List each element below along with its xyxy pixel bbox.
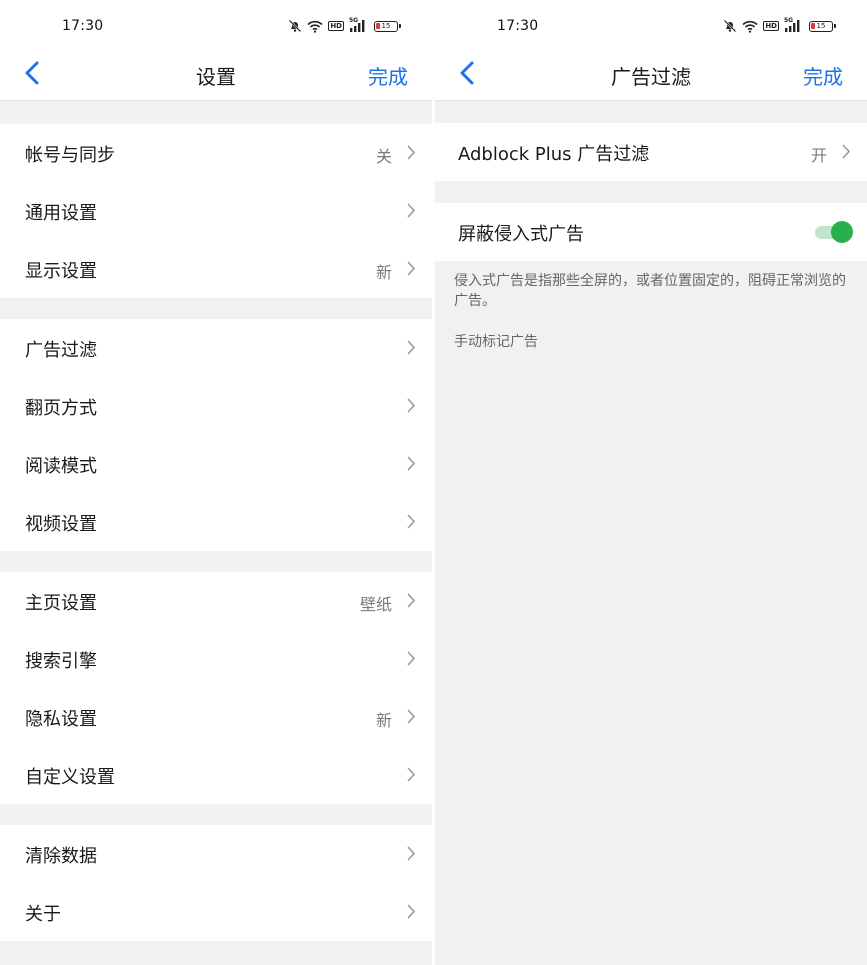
row-label: 视频设置: [25, 514, 97, 535]
chevron-right-icon: [407, 593, 416, 608]
row-label: 翻页方式: [25, 398, 97, 419]
settings-row-privacy[interactable]: 隐私设置 新: [0, 688, 432, 746]
row-label: 屏蔽侵入式广告: [458, 224, 584, 245]
row-label: 帐号与同步: [25, 145, 115, 166]
row-label: 广告过滤: [25, 340, 97, 361]
wifi-icon: [307, 20, 323, 33]
settings-group-home: 主页设置 壁纸 搜索引擎 隐私设置 新 自定义设置: [0, 572, 432, 804]
settings-row-search-engine[interactable]: 搜索引擎: [0, 630, 432, 688]
done-button[interactable]: 完成: [368, 61, 408, 90]
mute-bell-icon: [289, 19, 302, 33]
row-label: 显示设置: [25, 261, 97, 282]
row-label: 阅读模式: [25, 456, 97, 477]
status-icons: HD 5G 15: [723, 18, 836, 33]
chevron-right-icon: [407, 651, 416, 666]
adblock-plus-row[interactable]: Adblock Plus 广告过滤 开: [435, 123, 867, 181]
nav-bar: 广告过滤 完成: [435, 50, 867, 101]
settings-row-video[interactable]: 视频设置: [0, 493, 432, 551]
row-label: 关于: [25, 904, 61, 925]
back-arrow-icon[interactable]: [18, 58, 48, 88]
chevron-right-icon: [407, 203, 416, 218]
wifi-icon: [742, 20, 758, 33]
battery-level: 15: [381, 21, 391, 30]
battery-level: 15: [816, 21, 826, 30]
chevron-right-icon: [842, 144, 851, 159]
row-label: 清除数据: [25, 846, 97, 867]
cellular-signal-icon: 5G: [349, 18, 369, 33]
chevron-right-icon: [407, 261, 416, 276]
row-label: Adblock Plus 广告过滤: [458, 144, 650, 165]
intrusive-ads-group: 屏蔽侵入式广告: [435, 203, 867, 261]
settings-row-clear-data[interactable]: 清除数据: [0, 825, 432, 883]
row-value: 开: [810, 146, 827, 165]
row-value: 关: [375, 147, 392, 166]
manual-mark-ads-link[interactable]: 手动标记广告: [454, 332, 852, 352]
chevron-right-icon: [407, 767, 416, 782]
chevron-right-icon: [407, 709, 416, 724]
mute-bell-icon: [724, 19, 737, 33]
settings-row-account-sync[interactable]: 帐号与同步 关: [0, 124, 432, 182]
status-time: 17:30: [497, 18, 539, 34]
settings-screen: 17:30 HD 5G 15 设置 完成 帐号与同步 关 通用设置 显示设置 新…: [0, 0, 432, 965]
row-value: 新: [375, 711, 392, 730]
chevron-right-icon: [407, 398, 416, 413]
row-label: 主页设置: [25, 593, 97, 614]
nav-bar: 设置 完成: [0, 50, 432, 101]
block-intrusive-ads-toggle[interactable]: [815, 221, 853, 243]
cellular-signal-icon: 5G: [784, 18, 804, 33]
intrusive-ads-description: 侵入式广告是指那些全屏的，或者位置固定的，阻碍正常浏览的广告。: [454, 273, 846, 309]
settings-row-page-turn[interactable]: 翻页方式: [0, 377, 432, 435]
settings-group-account: 帐号与同步 关 通用设置 显示设置 新: [0, 124, 432, 298]
settings-row-ad-filter[interactable]: 广告过滤: [0, 319, 432, 377]
block-intrusive-ads-row: 屏蔽侵入式广告: [435, 203, 867, 261]
status-icons: HD 5G 15: [288, 18, 401, 33]
settings-row-homepage[interactable]: 主页设置 壁纸: [0, 572, 432, 630]
chevron-right-icon: [407, 514, 416, 529]
row-value: 壁纸: [359, 595, 392, 614]
settings-row-general[interactable]: 通用设置: [0, 182, 432, 240]
row-label: 搜索引擎: [25, 651, 97, 672]
chevron-right-icon: [407, 340, 416, 355]
hd-voice-icon: HD: [763, 21, 779, 31]
row-label: 通用设置: [25, 203, 97, 224]
chevron-right-icon: [407, 904, 416, 919]
row-value: 新: [375, 263, 392, 282]
settings-row-reading-mode[interactable]: 阅读模式: [0, 435, 432, 493]
settings-row-about[interactable]: 关于: [0, 883, 432, 941]
row-label: 隐私设置: [25, 709, 97, 730]
chevron-right-icon: [407, 145, 416, 160]
back-arrow-icon[interactable]: [453, 58, 483, 88]
hd-voice-icon: HD: [328, 21, 344, 31]
status-bar: 17:30 HD 5G 15: [435, 0, 867, 50]
settings-row-display[interactable]: 显示设置 新: [0, 240, 432, 298]
chevron-right-icon: [407, 456, 416, 471]
row-label: 自定义设置: [25, 767, 115, 788]
adblock-group: Adblock Plus 广告过滤 开: [435, 123, 867, 181]
settings-group-reading: 广告过滤 翻页方式 阅读模式 视频设置: [0, 319, 432, 551]
battery-icon: 15: [374, 20, 401, 32]
settings-row-customize[interactable]: 自定义设置: [0, 746, 432, 804]
chevron-right-icon: [407, 846, 416, 861]
status-time: 17:30: [62, 18, 104, 34]
status-bar: 17:30 HD 5G 15: [0, 0, 432, 50]
battery-icon: 15: [809, 20, 836, 32]
settings-group-data: 清除数据 关于: [0, 825, 432, 941]
done-button[interactable]: 完成: [803, 61, 843, 90]
ad-filter-screen: 17:30 HD 5G 15 广告过滤 完成 Adblock Plus 广告过滤…: [435, 0, 867, 965]
